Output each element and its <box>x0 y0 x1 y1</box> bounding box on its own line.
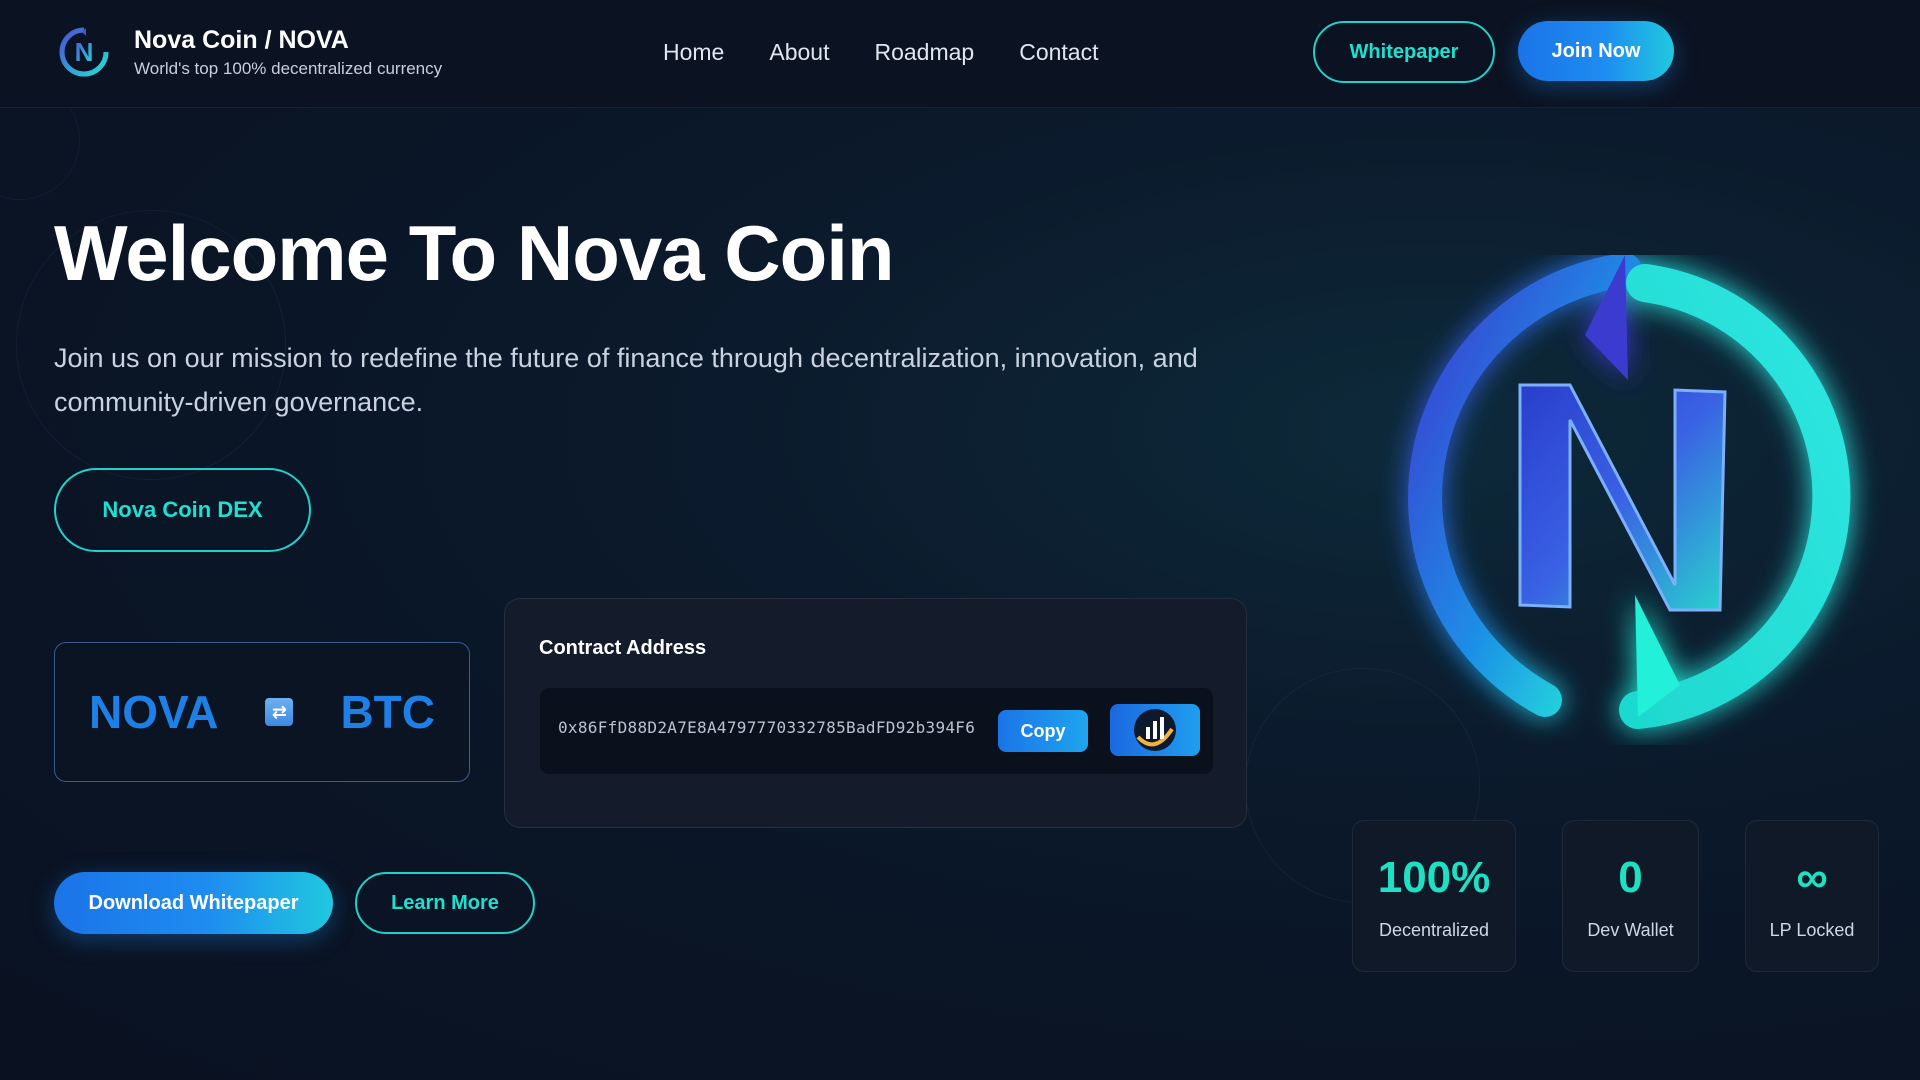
nova-n-hero-logo <box>1408 255 1851 729</box>
join-now-button[interactable]: Join Now <box>1518 21 1674 81</box>
contract-address-card: Contract Address 0x86FfD88D2A7E8A4797770… <box>504 598 1247 828</box>
pair-base-token: NOVA <box>89 686 219 738</box>
whitepaper-button[interactable]: Whitepaper <box>1313 21 1495 83</box>
download-whitepaper-button[interactable]: Download Whitepaper <box>54 872 333 934</box>
hero-title: Welcome To Nova Coin <box>54 209 895 297</box>
nova-n-logo-icon: N <box>59 27 109 77</box>
stat-value: 100% <box>1377 852 1491 902</box>
brand[interactable]: N Nova Coin / NOVA World's top 100% dece… <box>56 24 442 80</box>
pair-quote-token: BTC <box>340 686 435 738</box>
trading-pair-card: NOVA ⇄ BTC <box>54 642 470 782</box>
stat-decentralized: 100% Decentralized <box>1352 820 1516 972</box>
chart-icon <box>1134 709 1176 751</box>
chart-button[interactable] <box>1110 704 1200 756</box>
nova-coin-dex-button[interactable]: Nova Coin DEX <box>54 468 311 552</box>
copy-address-button[interactable]: Copy <box>998 710 1088 752</box>
nav-home-link[interactable]: Home <box>663 36 724 68</box>
stat-label: Dev Wallet <box>1587 919 1674 940</box>
stat-lp-locked: ∞ LP Locked <box>1745 820 1879 972</box>
brand-title: Nova Coin / NOVA <box>134 26 349 54</box>
stat-value: ∞ <box>1796 852 1828 902</box>
contract-address-label: Contract Address <box>539 637 707 659</box>
nav-roadmap-link[interactable]: Roadmap <box>874 36 974 68</box>
learn-more-button[interactable]: Learn More <box>355 872 535 934</box>
main-nav: Home About Roadmap Contact <box>663 36 1098 68</box>
brand-subtitle: World's top 100% decentralized currency <box>134 59 443 78</box>
contract-address-value[interactable]: 0x86FfD88D2A7E8A4797770332785BadFD92b394… <box>558 718 975 737</box>
nav-about-link[interactable]: About <box>769 36 829 68</box>
swap-icon[interactable]: ⇄ <box>265 698 294 726</box>
stat-label: LP Locked <box>1769 919 1855 940</box>
stat-label: Decentralized <box>1378 919 1490 940</box>
site-header: N Nova Coin / NOVA World's top 100% dece… <box>0 0 1920 108</box>
stat-dev-wallet: 0 Dev Wallet <box>1562 820 1699 972</box>
hero-subtitle: Join us on our mission to redefine the f… <box>54 343 1198 417</box>
nav-contact-link[interactable]: Contact <box>1019 36 1098 68</box>
contract-address-box: 0x86FfD88D2A7E8A4797770332785BadFD92b394… <box>539 687 1214 775</box>
svg-text:N: N <box>75 37 94 67</box>
stat-value: 0 <box>1618 852 1643 902</box>
